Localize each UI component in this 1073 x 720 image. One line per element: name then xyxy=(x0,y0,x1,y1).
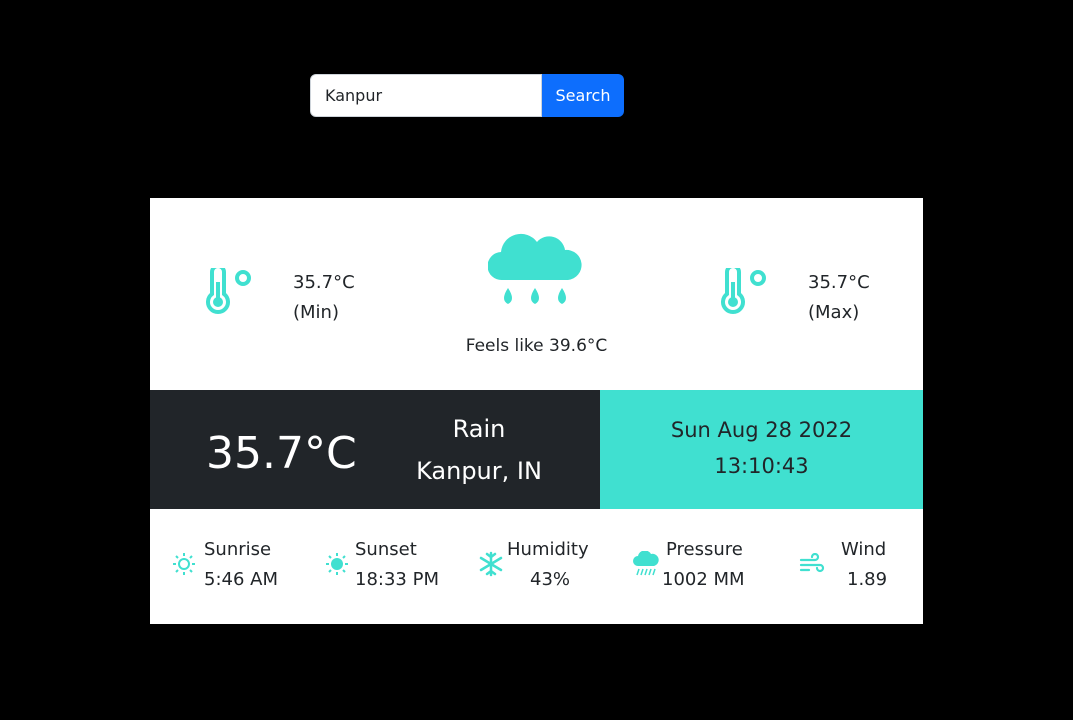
search-bar: Search xyxy=(310,74,624,117)
stat-label: Wind xyxy=(841,539,887,560)
current-conditions: 35.7°C Rain Kanpur, IN xyxy=(150,390,600,509)
current-date: Sun Aug 28 2022 xyxy=(670,418,853,442)
stat-label: Pressure xyxy=(666,539,743,560)
stat-value: 1.89 xyxy=(847,569,888,590)
stat-label: Humidity xyxy=(507,539,589,560)
sunset-icon xyxy=(326,553,348,575)
max-temp-label: (Max) xyxy=(808,302,860,323)
current-time: 13:10:43 xyxy=(714,454,809,478)
thermometer-icon xyxy=(206,268,251,314)
max-temp-value: 35.7°C xyxy=(808,272,870,293)
min-temp-value: 35.7°C xyxy=(293,272,355,293)
feels-like: Feels like 39.6°C xyxy=(465,336,608,356)
sunrise-icon xyxy=(173,553,195,575)
weather-stats: Sunrise 5:46 AM Sunset 18:33 PM Humidity… xyxy=(150,509,923,624)
min-temperature: 35.7°C (Min) xyxy=(293,268,355,328)
wind-icon xyxy=(799,553,825,573)
weather-main: 35.7°C Rain Kanpur, IN Sun Aug 28 2022 1… xyxy=(150,390,923,509)
stat-value: 1002 MM xyxy=(662,569,745,590)
weather-condition: Rain xyxy=(452,415,506,443)
rain-cloud-icon xyxy=(488,233,582,304)
stat-value: 5:46 AM xyxy=(204,569,278,590)
weather-summary: 35.7°C (Min) Feels like 39.6°C 35.7°C (M… xyxy=(150,198,923,390)
max-temperature: 35.7°C (Max) xyxy=(808,268,870,328)
stat-value: 43% xyxy=(530,569,571,590)
rain-cloud-icon xyxy=(633,551,659,576)
condition-location: Rain Kanpur, IN xyxy=(400,408,558,492)
thermometer-icon xyxy=(721,268,766,314)
stat-label: Sunrise xyxy=(204,539,272,560)
snowflake-icon xyxy=(479,551,503,577)
stat-label: Sunset xyxy=(355,539,417,560)
stat-value: 18:33 PM xyxy=(355,569,439,590)
location: Kanpur, IN xyxy=(416,457,542,485)
current-temperature: 35.7°C xyxy=(206,428,357,479)
date-time-panel: Sun Aug 28 2022 13:10:43 xyxy=(600,390,923,509)
search-input[interactable] xyxy=(310,74,542,117)
weather-card: 35.7°C (Min) Feels like 39.6°C 35.7°C (M… xyxy=(150,198,923,624)
min-temp-label: (Min) xyxy=(293,302,339,323)
search-button[interactable]: Search xyxy=(542,74,624,117)
